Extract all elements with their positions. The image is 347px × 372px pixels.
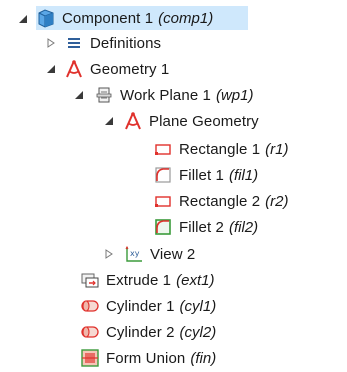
rectangle-icon <box>153 139 173 159</box>
expand-toggle-view[interactable] <box>103 248 115 260</box>
geometry-compass-icon <box>123 111 143 131</box>
tree-node-label: Fillet 1 <box>179 166 224 184</box>
collapse-toggle-plane-geometry[interactable] <box>103 115 115 127</box>
collapse-toggle-component[interactable] <box>17 13 29 25</box>
tree-node-view[interactable]: xy View 2 <box>124 242 195 266</box>
component-cube-icon <box>36 8 56 28</box>
cylinder-icon <box>80 322 100 342</box>
expanded-triangle-icon <box>19 15 27 23</box>
view-axes-icon: xy <box>124 244 144 264</box>
collapse-toggle-geometry[interactable] <box>45 63 57 75</box>
work-plane-icon <box>94 85 114 105</box>
collapsed-triangle-icon <box>105 249 113 259</box>
tree-node-label: Cylinder 1 <box>106 297 175 315</box>
tree-node-cylinder-2[interactable]: Cylinder 2 (cyl2) <box>80 320 216 344</box>
definitions-list-icon <box>64 33 84 53</box>
tree-node-component[interactable]: Component 1 (comp1) <box>36 6 248 30</box>
tree-node-label: Fillet 2 <box>179 218 224 236</box>
collapse-toggle-work-plane[interactable] <box>73 89 85 101</box>
tree-node-label: Component 1 <box>62 9 154 27</box>
tree-node-label: View 2 <box>150 245 196 263</box>
tree-node-tag: (r2) <box>265 192 289 210</box>
tree-node-label: Definitions <box>90 34 162 52</box>
tree-node-tag: (wp1) <box>215 86 254 104</box>
tree-node-label: Geometry 1 <box>90 60 170 78</box>
tree-node-rectangle-1[interactable]: Rectangle 1 (r1) <box>153 137 288 161</box>
collapsed-triangle-icon <box>47 38 55 48</box>
tree-node-form-union[interactable]: Form Union (fin) <box>80 346 216 370</box>
tree-node-label: Work Plane 1 <box>120 86 211 104</box>
form-union-icon <box>80 348 100 368</box>
cylinder-icon <box>80 296 100 316</box>
tree-node-tag: (fil2) <box>228 218 259 236</box>
tree-node-plane-geometry[interactable]: Plane Geometry <box>123 109 259 133</box>
tree-node-tag: (cyl1) <box>179 297 217 315</box>
tree-node-fillet-1[interactable]: Fillet 1 (fil1) <box>153 163 258 187</box>
expanded-triangle-icon <box>105 117 113 125</box>
tree-node-fillet-2[interactable]: Fillet 2 (fil2) <box>153 215 258 239</box>
tree-node-extrude[interactable]: Extrude 1 (ext1) <box>80 268 214 292</box>
tree-node-label: Plane Geometry <box>149 112 259 130</box>
tree-node-work-plane[interactable]: Work Plane 1 (wp1) <box>94 83 253 107</box>
tree-node-tag: (fil1) <box>228 166 259 184</box>
extrude-icon <box>80 270 100 290</box>
tree-node-tag: (comp1) <box>158 9 214 27</box>
tree-node-label: Rectangle 2 <box>179 192 261 210</box>
tree-node-label: Extrude 1 <box>106 271 172 289</box>
tree-node-geometry[interactable]: Geometry 1 <box>64 57 169 81</box>
tree-node-tag: (ext1) <box>176 271 215 289</box>
tree-node-label: Form Union <box>106 349 186 367</box>
tree-node-tag: (fin) <box>190 349 217 367</box>
expand-toggle-definitions[interactable] <box>45 37 57 49</box>
svg-text:xy: xy <box>130 249 140 258</box>
tree-node-definitions[interactable]: Definitions <box>64 31 161 55</box>
geometry-compass-icon <box>64 59 84 79</box>
tree-node-tag: (cyl2) <box>179 323 217 341</box>
tree-node-label: Cylinder 2 <box>106 323 175 341</box>
tree-node-tag: (r1) <box>265 140 289 158</box>
rectangle-icon <box>153 191 173 211</box>
expanded-triangle-icon <box>47 65 55 73</box>
fillet-icon <box>153 217 173 237</box>
fillet-icon <box>153 165 173 185</box>
tree-node-rectangle-2[interactable]: Rectangle 2 (r2) <box>153 189 288 213</box>
tree-node-cylinder-1[interactable]: Cylinder 1 (cyl1) <box>80 294 216 318</box>
expanded-triangle-icon <box>75 91 83 99</box>
tree-node-label: Rectangle 1 <box>179 140 261 158</box>
